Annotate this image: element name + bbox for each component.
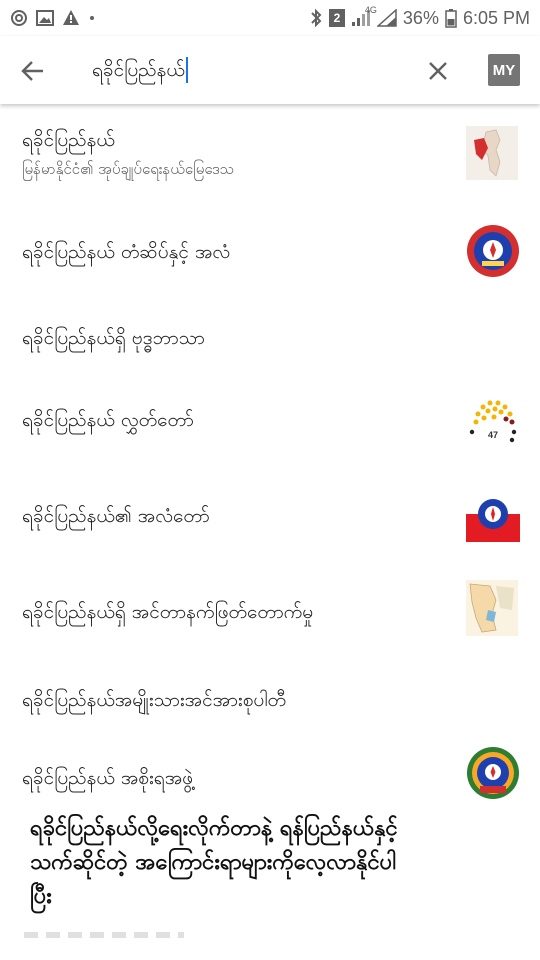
clock: 6:05 PM	[462, 7, 530, 28]
government-seal-thumbnail	[466, 746, 519, 800]
suggestion-title: ရခိုင်ပြည်နယ်ရှိ ဗုဒ္ဓဘာသာ	[22, 327, 205, 349]
arrow-back-icon[interactable]	[18, 56, 48, 86]
suggestion-title: ရခိုင်ပြည်နယ် အစိုးရအဖွဲ့	[22, 767, 194, 789]
suggestion-item[interactable]: ရခိုင်ပြည်နယ်၏ အလံတော်	[0, 468, 540, 564]
caption-line: ပြီး	[30, 884, 52, 909]
suggestion-subtitle: မြန်မာနိုင်ငံ၏ အုပ်ချုပ်ရေးနယ်မြေဒေသ	[22, 160, 235, 178]
suggestion-title: ရခိုင်ပြည်နယ် လွှတ်တော်	[22, 409, 194, 431]
dot-icon	[88, 9, 96, 27]
sim-2-icon: 2	[328, 9, 345, 27]
caption-line: ရခိုင်ပြည်နယ်လို့ရေးလိုက်တာနဲ့ ရန်ပြည်နယ…	[30, 816, 398, 841]
map-thumbnail	[466, 126, 518, 180]
suggestion-item[interactable]: ရခိုင်ပြည်နယ်ရှိ အင်တာနက်ဖြတ်တောက်မှု	[0, 564, 540, 660]
image-icon	[36, 9, 54, 27]
suggestion-item[interactable]: ရခိုင်ပြည်နယ် မြန်မာနိုင်ငံ၏ အုပ်ချုပ်ရေ…	[0, 104, 540, 200]
seat-count-label: 47	[488, 430, 498, 440]
status-bar: 2 4G 36% 6:05 PM	[0, 0, 540, 36]
parliament-seats-thumbnail: 47	[466, 392, 518, 446]
suggestion-title: ရခိုင်ပြည်နယ် တံဆိပ်နှင့် အလံ	[22, 241, 231, 263]
at-icon	[10, 9, 28, 27]
caption-text: ရခိုင်ပြည်နယ်လို့ရေးလိုက်တာနဲ့ ရန်ပြည်နယ…	[30, 812, 530, 914]
battery-icon	[445, 8, 457, 28]
search-query-text: ရခိုင်ပြည်နယ်	[92, 59, 185, 81]
text-cursor	[185, 57, 188, 83]
bluetooth-icon	[309, 8, 323, 28]
truncated-content	[24, 932, 184, 938]
caption-line: သက်ဆိုင်တဲ့ အကြောင်းရာများကိုလေ့လာနိုင်ပ…	[30, 850, 397, 875]
4g-signal-icon: 4G	[365, 5, 397, 27]
suggestion-item[interactable]: ရခိုင်ပြည်နယ် တံဆိပ်နှင့် အလံ	[0, 204, 540, 300]
close-icon[interactable]	[424, 57, 452, 85]
warning-icon	[62, 9, 80, 27]
emblem-thumbnail	[466, 224, 519, 278]
battery-percent: 36%	[402, 7, 439, 28]
region-map-thumbnail	[466, 580, 518, 636]
search-bar: ရခိုင်ပြည်နယ် MY	[0, 36, 540, 104]
flag-thumbnail	[466, 492, 520, 546]
language-badge[interactable]: MY	[488, 54, 520, 86]
suggestion-title: ရခိုင်ပြည်နယ်၏ အလံတော်	[22, 505, 210, 527]
suggestion-item[interactable]: ရခိုင်ပြည်နယ် လွှတ်တော် 47	[0, 372, 540, 468]
suggestion-title: ရခိုင်ပြည်နယ်ရှိ အင်တာနက်ဖြတ်တောက်မှု	[22, 601, 314, 623]
search-input[interactable]: ရခိုင်ပြည်နယ်	[92, 54, 188, 86]
suggestion-title: ရခိုင်ပြည်နယ်အမျိုးသားအင်အားစုပါတီ	[22, 689, 287, 711]
suggestion-title: ရခိုင်ပြည်နယ်	[22, 129, 115, 151]
